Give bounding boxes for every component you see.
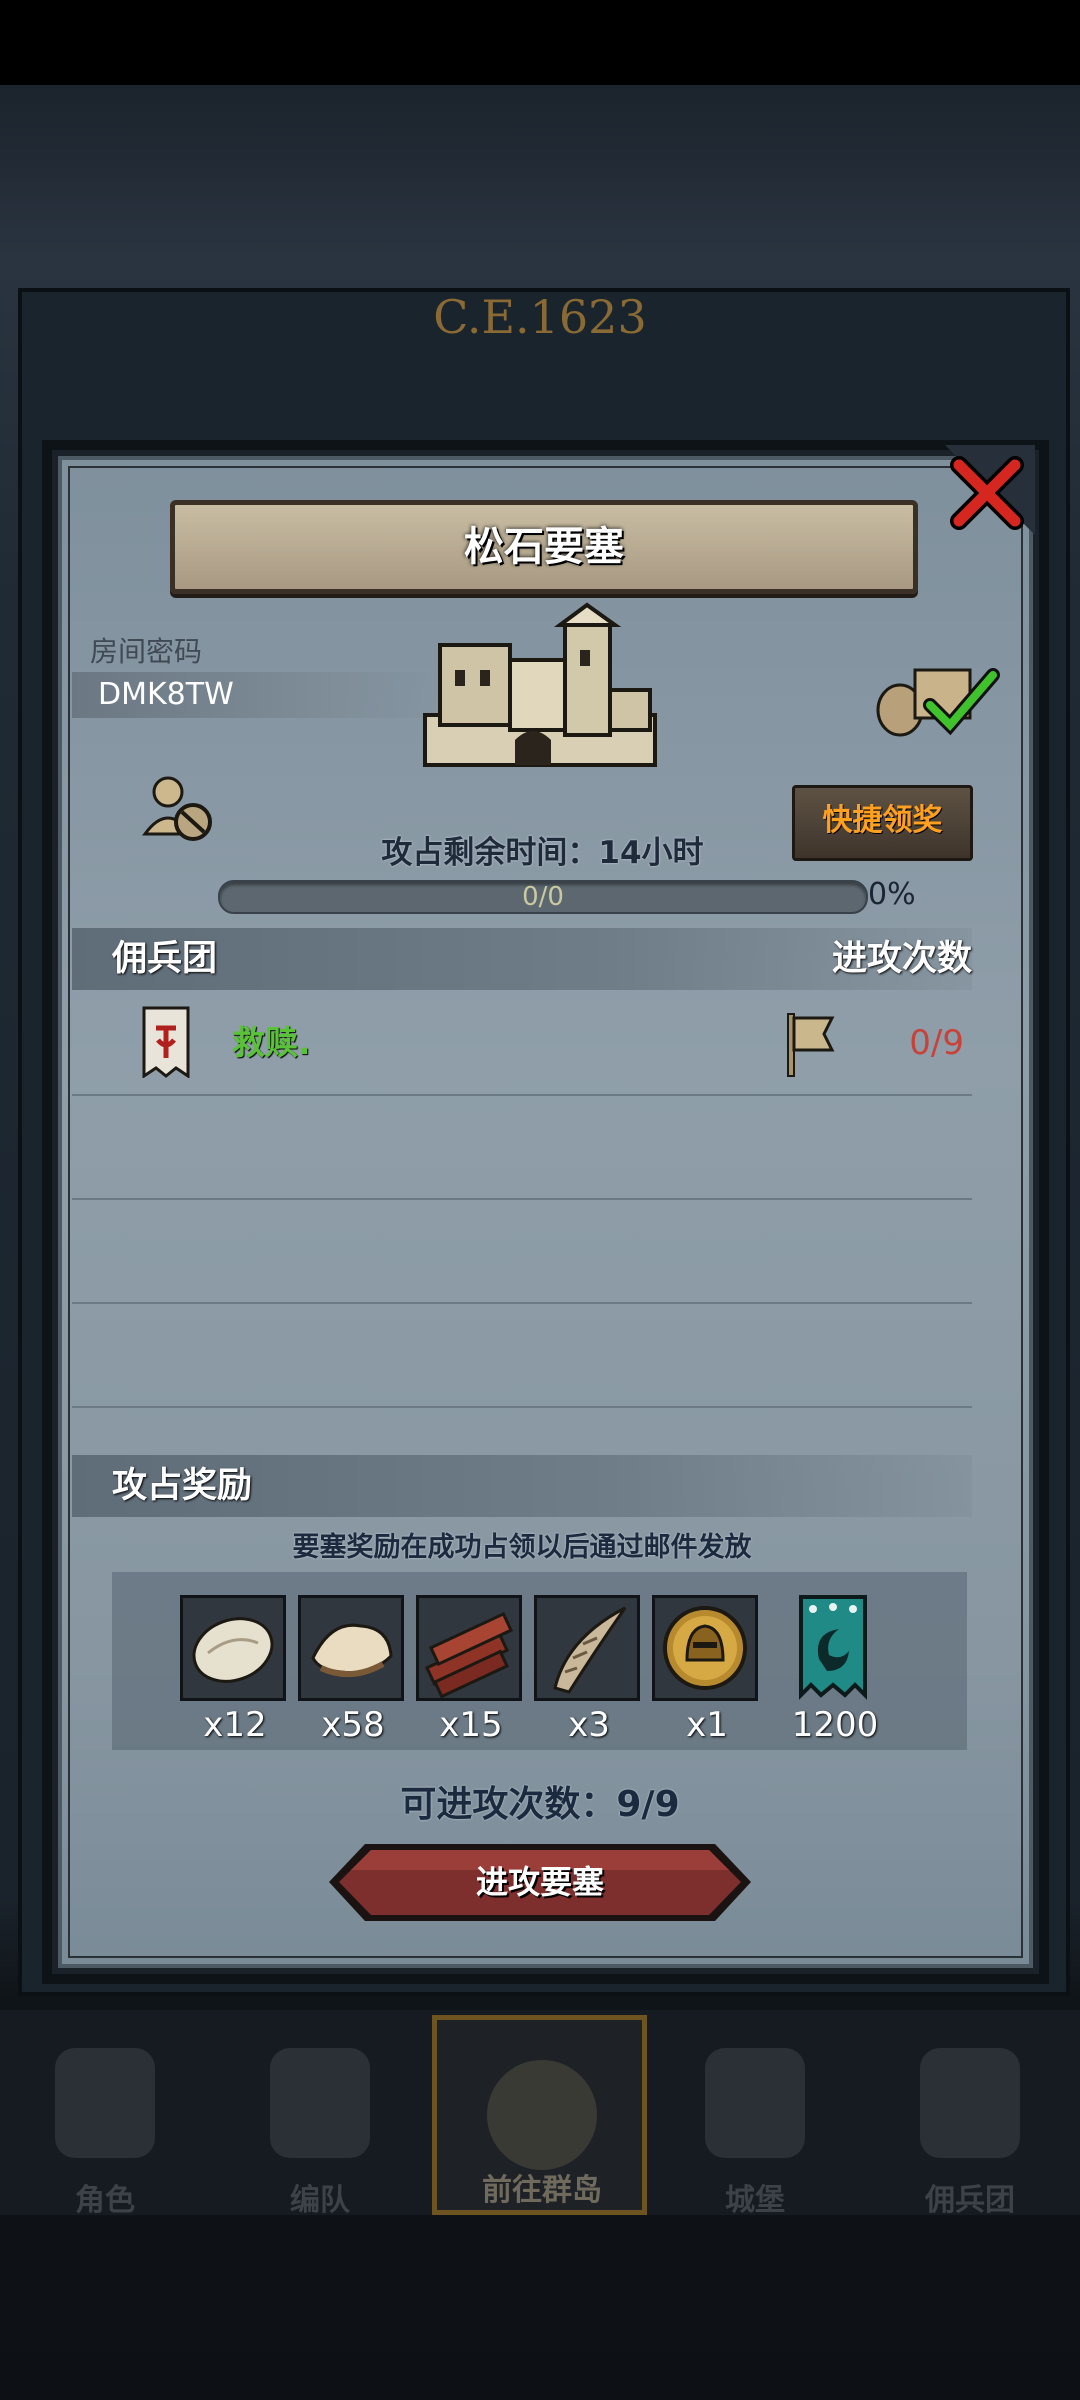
mercenary-row[interactable]: 救赎. 0/9 (72, 992, 972, 1096)
reward-quantity: x1 (686, 1705, 728, 1745)
reward-item[interactable]: 1200 (780, 1595, 890, 1745)
room-code-label: 房间密码 (90, 635, 203, 668)
nav-tab-formation[interactable]: 编队 (215, 2030, 425, 2218)
claimed-rewards-check-icon[interactable] (875, 660, 1000, 740)
mercenary-icon (920, 2048, 1020, 2158)
reward-quantity: x12 (203, 1705, 267, 1745)
dialog-title: 松石要塞 (170, 500, 918, 594)
empty-row-divider (72, 1406, 972, 1408)
reward-slot (180, 1595, 286, 1701)
reward-item[interactable]: x1 (652, 1595, 762, 1745)
horn-icon (553, 1606, 627, 1694)
golden-helmet-medal-icon (663, 1606, 747, 1690)
helmet-group-icon (270, 2048, 370, 2158)
progress-percent: 0% (868, 877, 916, 912)
reward-item[interactable]: x3 (534, 1595, 644, 1745)
reward-item[interactable]: x12 (180, 1595, 290, 1745)
attack-count-value: 0/9 (909, 1023, 964, 1063)
mercenary-name: 救赎. (232, 1023, 311, 1062)
mercenary-section-header: 佣兵团 进攻次数 (72, 928, 972, 990)
attack-count-header: 进攻次数 (831, 939, 972, 979)
reward-quantity: x3 (568, 1705, 610, 1745)
nav-label: 佣兵团 (925, 2183, 1015, 2218)
reward-slot (534, 1595, 640, 1701)
attack-button-label: 进攻要塞 (475, 1863, 604, 1901)
nav-tab-mercenary[interactable]: 佣兵团 (865, 2030, 1075, 2218)
attack-fortress-button[interactable]: 进攻要塞 (325, 1840, 755, 1925)
era-label: C.E.1623 (433, 290, 647, 344)
attacks-remaining: 可进攻次数：9/9 (400, 1784, 680, 1825)
nav-label: 编队 (290, 2183, 350, 2218)
rewards-header-label: 攻占奖励 (112, 1466, 253, 1506)
rewards-note: 要塞奖励在成功占领以后通过邮件发放 (292, 1532, 752, 1563)
empty-row-divider (72, 1198, 972, 1200)
capture-progress-bar: 0/0 (218, 880, 868, 914)
reward-quantity: x58 (321, 1705, 385, 1745)
reward-quantity: x15 (439, 1705, 503, 1745)
reward-slot (416, 1595, 522, 1701)
reward-item[interactable]: x15 (416, 1595, 526, 1745)
rewards-section-header: 攻占奖励 (72, 1455, 972, 1517)
attack-flag-icon (787, 1013, 835, 1077)
wood-planks-icon (424, 1611, 514, 1699)
reward-slot (780, 1595, 886, 1701)
globe-icon (487, 2060, 597, 2170)
capture-time-remaining: 攻占剩余时间：14小时 (381, 835, 704, 871)
close-button[interactable] (945, 445, 1035, 535)
teal-banner-icon (799, 1595, 867, 1700)
reward-quantity: 1200 (791, 1705, 879, 1745)
nav-tab-islands[interactable]: 前往群岛 (432, 2015, 647, 2215)
empty-row-divider (72, 1302, 972, 1304)
room-code-value[interactable]: DMK8TW (72, 672, 452, 718)
nav-label: 前往群岛 (482, 2173, 602, 2208)
fortress-castle-icon (423, 602, 657, 767)
nav-label: 城堡 (725, 2183, 785, 2218)
reward-item[interactable]: x58 (298, 1595, 408, 1745)
nav-tab-castle[interactable]: 城堡 (650, 2030, 860, 2218)
progress-text: 0/0 (522, 882, 564, 912)
castle-icon (705, 2048, 805, 2158)
hide-icon (311, 1623, 393, 1678)
no-visitor-icon[interactable] (140, 772, 220, 844)
reward-slot (298, 1595, 404, 1701)
guild-banner-icon (142, 1006, 190, 1078)
nav-tab-character[interactable]: 角色 (0, 2030, 210, 2218)
close-icon (945, 445, 1035, 535)
knight-icon (55, 2048, 155, 2158)
fur-pelt-icon (192, 1617, 274, 1683)
reward-slot (652, 1595, 758, 1701)
nav-label: 角色 (75, 2183, 135, 2218)
mercenary-header-label: 佣兵团 (112, 939, 218, 979)
bottom-navbar: 角色 编队 前往群岛 城堡 佣兵团 (0, 2010, 1080, 2218)
